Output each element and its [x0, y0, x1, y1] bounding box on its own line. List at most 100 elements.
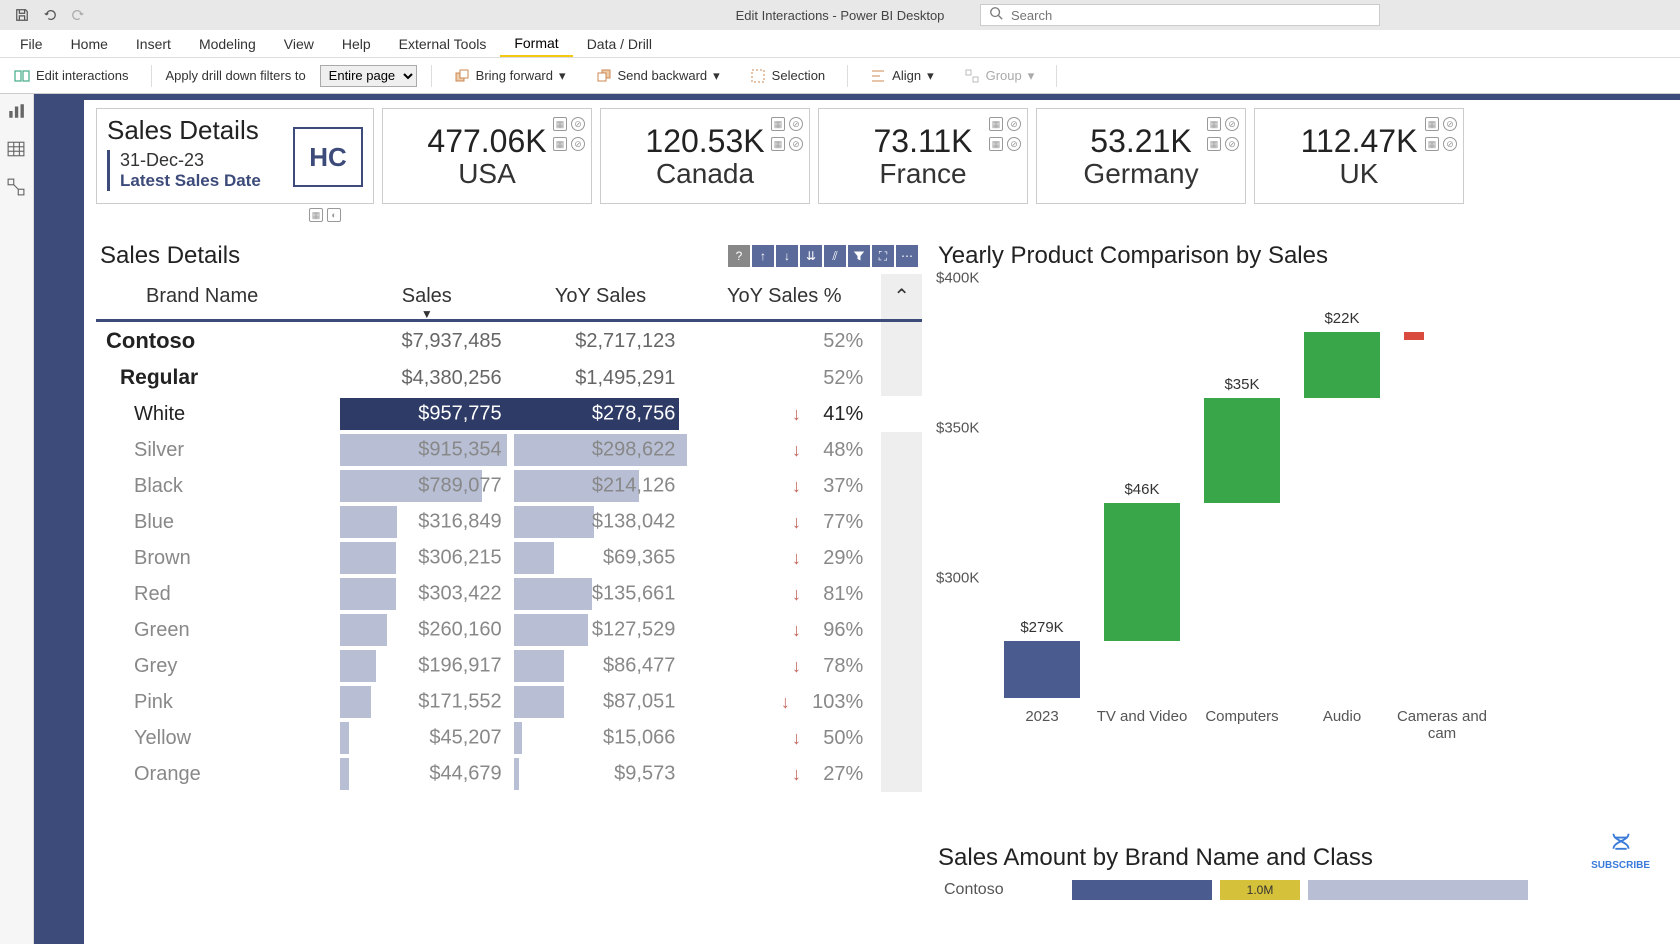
- drill-up-icon[interactable]: ↑: [752, 245, 774, 267]
- col-header[interactable]: Brand Name: [96, 274, 340, 321]
- waterfall-bar[interactable]: [1404, 332, 1424, 340]
- row-name: Pink: [96, 684, 340, 720]
- bring-forward-button[interactable]: Bring forward ▾: [446, 65, 574, 87]
- sales-table-visual[interactable]: Sales Details ? ↑ ↓ ⇊ ⫽ ⛶ ⋯ Brand NameSa…: [96, 234, 922, 944]
- filter-mini-icon[interactable]: ▦: [989, 117, 1003, 131]
- kpi-label: Germany: [1083, 158, 1198, 190]
- title-card[interactable]: Sales Details 31-Dec-23 Latest Sales Dat…: [96, 108, 374, 204]
- drill-down-icon[interactable]: ↓: [776, 245, 798, 267]
- table-row[interactable]: Green$260,160$127,529↓ 96%: [96, 612, 922, 648]
- table-row[interactable]: Black$789,077$214,126↓ 37%: [96, 468, 922, 504]
- none-mini-icon[interactable]: ⊘: [789, 117, 803, 131]
- table-row[interactable]: White$957,775$278,756↓ 41%: [96, 396, 922, 432]
- interaction-icons[interactable]: ▦ ◐: [309, 208, 341, 222]
- none-mini-icon[interactable]: ⊘: [1443, 137, 1457, 151]
- kpi-label: USA: [458, 158, 516, 190]
- table-row[interactable]: Contoso$7,937,485$2,717,123 52%: [96, 321, 922, 361]
- save-icon[interactable]: [14, 7, 30, 23]
- kpi-card-uk[interactable]: 112.47K UK ▦⊘ ▦⊘: [1254, 108, 1464, 204]
- more-options-icon[interactable]: ⋯: [896, 245, 918, 267]
- edit-interactions-button[interactable]: Edit interactions: [6, 65, 137, 87]
- sales-table[interactable]: Brand NameSales▼YoY SalesYoY Sales %⌃ Co…: [96, 274, 922, 792]
- bar-segment: [1072, 880, 1212, 900]
- menu-datadrill[interactable]: Data / Drill: [573, 32, 666, 56]
- bar-row: Contoso 1.0M: [934, 876, 1680, 904]
- none-mini-icon[interactable]: ⊘: [1443, 117, 1457, 131]
- none-mini-icon[interactable]: ⊘: [1225, 117, 1239, 131]
- search-box[interactable]: [980, 4, 1380, 26]
- filter-mini-icon[interactable]: ▦: [989, 137, 1003, 151]
- row-name: Silver: [96, 432, 340, 468]
- bottom-chart-title: Sales Amount by Brand Name and Class: [934, 840, 1680, 876]
- data-view-icon[interactable]: [7, 140, 27, 160]
- report-canvas[interactable]: Sales Details 31-Dec-23 Latest Sales Dat…: [84, 100, 1680, 944]
- align-button[interactable]: Align ▾: [862, 65, 941, 87]
- kpi-card-france[interactable]: 73.11K France ▦⊘ ▦⊘: [818, 108, 1028, 204]
- table-row[interactable]: Brown$306,215$69,365↓ 29%: [96, 540, 922, 576]
- redo-icon[interactable]: [70, 7, 86, 23]
- none-mini-icon[interactable]: ⊘: [1225, 137, 1239, 151]
- filter-mini-icon[interactable]: ▦: [771, 137, 785, 151]
- table-row[interactable]: Regular$4,380,256$1,495,291 52%: [96, 360, 922, 396]
- waterfall-bar[interactable]: [1304, 332, 1380, 398]
- help-icon[interactable]: ?: [728, 245, 750, 267]
- waterfall-chart-visual[interactable]: Yearly Product Comparison by Sales $400K…: [934, 234, 1680, 834]
- report-view-icon[interactable]: [7, 102, 27, 122]
- menu-externaltools[interactable]: External Tools: [385, 32, 501, 56]
- search-input[interactable]: [1011, 8, 1371, 23]
- none-mini-icon[interactable]: ⊘: [1007, 117, 1021, 131]
- menu-modeling[interactable]: Modeling: [185, 32, 270, 56]
- undo-icon[interactable]: [42, 7, 58, 23]
- filter-mini-icon[interactable]: ▦: [1425, 137, 1439, 151]
- bar-segment: [1308, 880, 1528, 900]
- kpi-card-canada[interactable]: 120.53K Canada ▦⊘ ▦⊘: [600, 108, 810, 204]
- arrow-down-icon: ↓: [792, 656, 801, 676]
- col-header[interactable]: YoY Sales %: [687, 274, 881, 321]
- filter-mini-icon[interactable]: ▦: [553, 137, 567, 151]
- filter-icon[interactable]: [848, 245, 870, 267]
- chart-plot-area[interactable]: $400K$350K$300K$279K2023$46KTV and Video…: [994, 278, 1680, 758]
- menu-view[interactable]: View: [270, 32, 328, 56]
- filter-mini-icon[interactable]: ▦: [1425, 117, 1439, 131]
- table-row[interactable]: Pink$171,552$87,051↓ 103%: [96, 684, 922, 720]
- expand-level-icon[interactable]: ⇊: [800, 245, 822, 267]
- kpi-card-usa[interactable]: 477.06K USA ▦⊘ ▦⊘: [382, 108, 592, 204]
- table-row[interactable]: Blue$316,849$138,042↓ 77%: [96, 504, 922, 540]
- filter-mini-icon[interactable]: ▦: [1207, 137, 1221, 151]
- kpi-card-germany[interactable]: 53.21K Germany ▦⊘ ▦⊘: [1036, 108, 1246, 204]
- table-row[interactable]: Grey$196,917$86,477↓ 78%: [96, 648, 922, 684]
- expand-all-icon[interactable]: ⫽: [824, 245, 846, 267]
- model-view-icon[interactable]: [7, 178, 27, 198]
- waterfall-bar[interactable]: [1204, 398, 1280, 503]
- menu-insert[interactable]: Insert: [122, 32, 185, 56]
- filter-mini-icon[interactable]: ▦: [309, 208, 323, 222]
- filter-mini-icon[interactable]: ▦: [771, 117, 785, 131]
- brand-class-chart-visual[interactable]: SUBSCRIBE Sales Amount by Brand Name and…: [934, 840, 1680, 904]
- table-row[interactable]: Yellow$45,207$15,066↓ 50%: [96, 720, 922, 756]
- filter-mini-icon[interactable]: ▦: [1207, 117, 1221, 131]
- none-mini-icon[interactable]: ⊘: [571, 137, 585, 151]
- filter-mini-icon[interactable]: ▦: [553, 117, 567, 131]
- menu-file[interactable]: File: [6, 32, 57, 56]
- drill-scope-select[interactable]: Entire page: [320, 65, 417, 87]
- col-header[interactable]: YoY Sales: [514, 274, 688, 321]
- focus-mode-icon[interactable]: ⛶: [872, 245, 894, 267]
- scroll-up-icon[interactable]: ⌃: [881, 274, 922, 321]
- send-backward-button[interactable]: Send backward ▾: [588, 65, 728, 87]
- menu-format[interactable]: Format: [500, 31, 572, 57]
- selection-button[interactable]: Selection: [742, 65, 833, 87]
- subscribe-badge[interactable]: SUBSCRIBE: [1591, 830, 1650, 871]
- highlight-mini-icon[interactable]: ◐: [327, 208, 341, 222]
- menu-help[interactable]: Help: [328, 32, 385, 56]
- col-header[interactable]: Sales▼: [340, 274, 514, 321]
- table-row[interactable]: Silver$915,354$298,622↓ 48%: [96, 432, 922, 468]
- none-mini-icon[interactable]: ⊘: [1007, 137, 1021, 151]
- table-row[interactable]: Orange$44,679$9,573↓ 27%: [96, 756, 922, 792]
- menu-home[interactable]: Home: [57, 32, 122, 56]
- none-mini-icon[interactable]: ⊘: [571, 117, 585, 131]
- waterfall-bar[interactable]: [1104, 503, 1180, 641]
- none-mini-icon[interactable]: ⊘: [789, 137, 803, 151]
- bar-value-label: $35K: [1204, 376, 1280, 393]
- waterfall-bar[interactable]: [1004, 641, 1080, 698]
- table-row[interactable]: Red$303,422$135,661↓ 81%: [96, 576, 922, 612]
